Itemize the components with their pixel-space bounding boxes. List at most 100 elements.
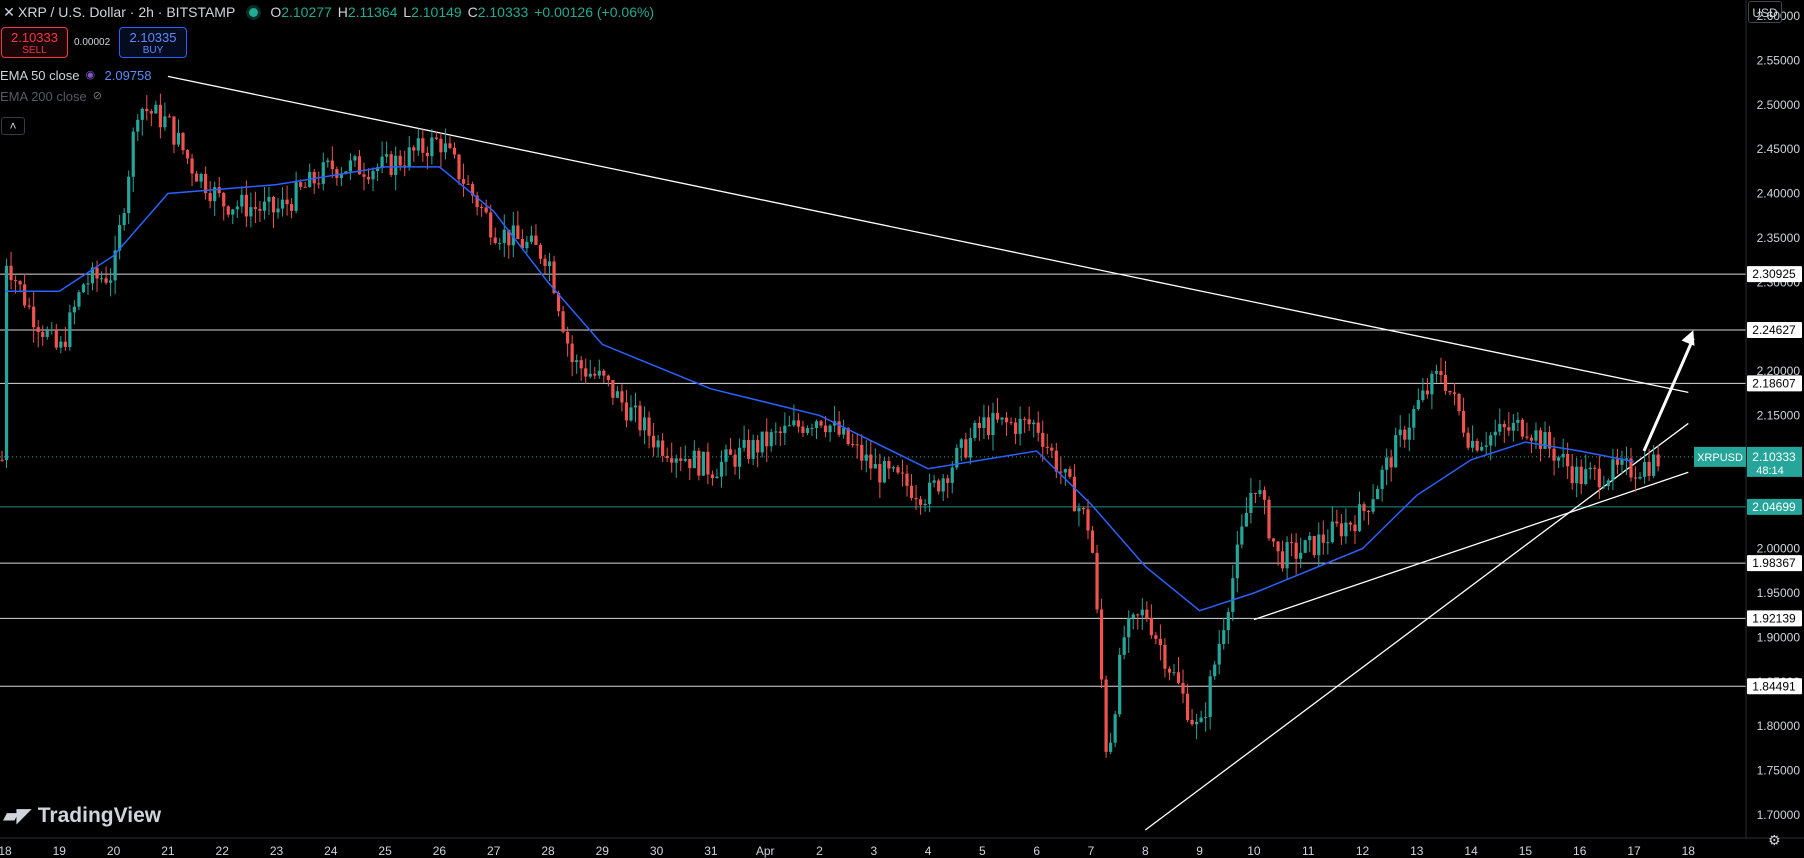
candle-body (317, 183, 321, 185)
candle-body (104, 278, 108, 283)
candle-body (502, 229, 506, 243)
sell-button[interactable]: 2.10333 SELL (1, 27, 68, 58)
spread-value: 0.00002 (74, 37, 111, 48)
candle-body (982, 417, 986, 428)
time-tick-label: 31 (704, 844, 718, 858)
candle-body (1023, 418, 1027, 420)
candle-body (882, 461, 886, 483)
time-tick-label: 10 (1247, 844, 1261, 858)
candle-body (1195, 721, 1199, 725)
candle-body (1149, 618, 1153, 636)
candle-body (1276, 541, 1280, 552)
candle-body (661, 440, 665, 456)
candle-body (652, 435, 656, 448)
candle-body (1439, 371, 1443, 376)
price-tick-label: 2.35000 (1757, 231, 1801, 245)
candle-body (285, 199, 289, 205)
close-icon[interactable]: ✕ (0, 4, 18, 21)
candle-body (688, 458, 692, 469)
candle-body (1502, 423, 1506, 428)
indicator-ema50[interactable]: EMA 50 close ◉ 2.09758 (0, 68, 152, 83)
candle-body (1249, 492, 1253, 514)
candle-body (1597, 468, 1601, 488)
candle-body (185, 150, 190, 159)
candle-body (439, 138, 443, 153)
candle-body (199, 174, 203, 182)
candle-body (946, 478, 950, 483)
price-chart[interactable]: 2.600002.550002.500002.450002.400002.350… (0, 0, 1804, 858)
hidden-eye-icon[interactable]: ⊘ (93, 91, 104, 102)
candle-body (231, 209, 235, 215)
candle-body (597, 370, 601, 376)
candle-body (1185, 693, 1190, 721)
candle-body (348, 160, 353, 172)
candle-body (1063, 469, 1067, 473)
collapse-indicators-button[interactable]: ˄ (1, 117, 25, 135)
candle-body (891, 467, 896, 469)
candle-body (1448, 390, 1452, 393)
candle-body (1104, 679, 1108, 752)
candle-body (461, 179, 466, 184)
time-tick-label: 20 (107, 844, 121, 858)
candle-body (1032, 422, 1036, 425)
candle-body (765, 431, 769, 447)
gear-icon[interactable]: ⚙ (1768, 832, 1781, 849)
candle-body (579, 360, 583, 369)
candle-body (547, 261, 552, 266)
time-tick-label: 6 (1033, 844, 1040, 858)
candle-body (50, 329, 54, 331)
indicator-ema200[interactable]: EMA 200 close ⊘ (0, 89, 112, 104)
candle-body (1009, 422, 1013, 424)
candle-body (918, 499, 923, 505)
level-label: 1.98367 (1752, 556, 1796, 570)
candle-body (1330, 521, 1334, 543)
time-tick-label: 7 (1088, 844, 1095, 858)
currency-button[interactable]: USD (1748, 1, 1782, 23)
candle-body (290, 204, 294, 211)
tradingview-mark-icon: ▰◤ (3, 805, 32, 827)
candle-body (1403, 429, 1407, 440)
price-tick-label: 1.70000 (1757, 808, 1801, 822)
candle-body (1380, 469, 1384, 489)
time-tick-label: 2 (816, 844, 823, 858)
candle-body (1602, 485, 1606, 488)
candle-body (914, 497, 918, 500)
candle-body (606, 375, 610, 381)
candle-body (136, 119, 140, 132)
candle-body (167, 116, 172, 118)
symbol-title[interactable]: XRP / U.S. Dollar · 2h · BITSTAMP (18, 4, 235, 20)
candle-body (1204, 716, 1208, 718)
candle-body (1430, 373, 1434, 395)
candle-body (674, 458, 678, 463)
time-tick-label: 27 (487, 844, 501, 858)
candle-body (1489, 435, 1493, 446)
candle-body (986, 417, 991, 436)
candle-body (1253, 492, 1258, 494)
candle-body (923, 503, 927, 505)
candle-body (394, 155, 398, 175)
candle-body (353, 156, 357, 161)
candle-body (810, 427, 814, 429)
candle-body (1480, 446, 1484, 451)
candle-body (692, 450, 696, 469)
candle-body (869, 454, 873, 469)
price-tick-label: 1.75000 (1757, 764, 1801, 778)
candle-body (1484, 445, 1488, 447)
candle-body (1280, 551, 1285, 569)
candle-body (335, 169, 339, 178)
eye-icon[interactable]: ◉ (86, 70, 97, 81)
buy-button[interactable]: 2.10335 BUY (119, 27, 187, 58)
candle-body (1041, 432, 1045, 447)
level-label: 1.92139 (1752, 611, 1796, 625)
candle-body (1584, 469, 1588, 485)
candle-body (448, 143, 452, 148)
candle-body (1425, 390, 1429, 395)
candle-body (1244, 513, 1248, 527)
candle-body (416, 138, 420, 151)
time-tick-label: 24 (324, 844, 338, 858)
candle-body (706, 451, 710, 475)
candle-body (145, 108, 149, 112)
candle-body (1068, 469, 1072, 477)
candle-body (1357, 504, 1362, 532)
candle-body (1421, 390, 1425, 401)
